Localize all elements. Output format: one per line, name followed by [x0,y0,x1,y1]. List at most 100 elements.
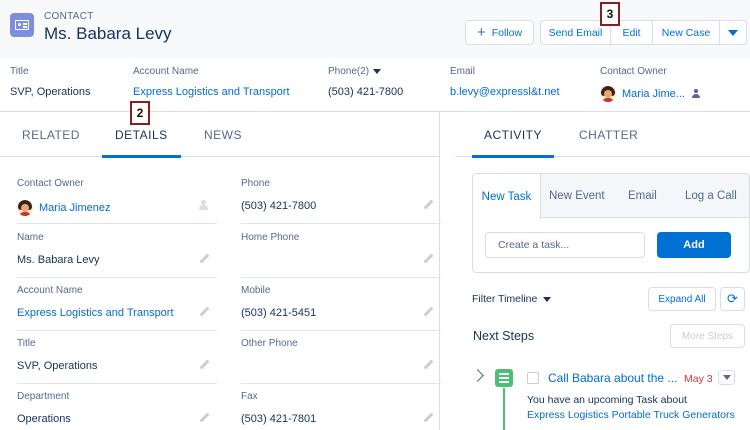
field-account-name: Account Name Express Logistics and Trans… [17,285,217,331]
task-description: You have an upcoming Task about [527,394,687,406]
follow-label: Follow [491,26,523,39]
new-case-button[interactable]: New Case [653,20,720,45]
follow-button[interactable]: + Follow [465,20,534,45]
tab-email[interactable]: Email [628,174,657,218]
pencil-icon[interactable] [423,200,433,210]
highlight-owner: Contact Owner Maria Jime... [600,66,701,102]
field-label: Home Phone [241,232,300,243]
highlight-email: Email b.levy@expressl&t.net [450,66,560,98]
more-actions-button[interactable] [720,20,747,45]
highlight-phone: Phone(2) (503) 421-7800 [328,66,403,98]
object-type-label: CONTACT [44,11,94,22]
step-callout-3: 3 [600,2,620,26]
field-mobile: Mobile (503) 421-5451 [241,285,441,331]
pencil-icon[interactable] [423,413,433,423]
field-label: Fax [241,391,258,402]
field-department: Department Operations [17,391,217,430]
avatar [600,86,616,102]
field-home-phone: Home Phone [241,232,441,278]
task-actions-dropdown[interactable] [718,370,735,385]
field-value: Maria Jimenez [17,200,111,216]
pencil-icon[interactable] [199,307,209,317]
field-value[interactable]: (503) 421-5451 [241,307,316,319]
email-label: Email [450,66,476,77]
task-checkbox[interactable] [527,372,539,384]
field-value: Operations [17,413,71,425]
field-contact-owner: Contact Owner Maria Jimenez [17,178,217,224]
contact-owner-link[interactable]: Maria Jimenez [39,202,111,214]
tab-news[interactable]: NEWS [204,112,242,157]
owner-link[interactable]: Maria Jime... [622,88,685,100]
email-link[interactable]: b.levy@expressl&t.net [450,86,560,98]
change-owner-icon[interactable] [691,89,701,99]
plus-icon: + [476,24,486,41]
field-value: Ms. Babara Levy [17,254,100,266]
refresh-icon: ⟳ [727,291,738,306]
filter-timeline-label: Filter Timeline [472,293,538,305]
phone-label: Phone(2) [328,66,370,77]
next-steps-heading: Next Steps [473,329,535,343]
highlight-title: Title SVP, Operations [10,66,91,98]
phone-dropdown[interactable]: Phone(2) [328,66,403,77]
field-value[interactable]: (503) 421-7800 [241,200,316,212]
task-title-link[interactable]: Call Babara about the ... [548,371,678,385]
field-label: Name [17,232,44,243]
right-tabset: ACTIVITY CHATTER [455,112,750,158]
chevron-down-icon [728,29,738,36]
field-title: Title SVP, Operations [17,338,217,384]
tab-details[interactable]: DETAILS [102,112,181,158]
field-label: Contact Owner [17,178,84,189]
pencil-icon[interactable] [423,254,433,264]
field-value: SVP, Operations [17,360,98,372]
refresh-button[interactable]: ⟳ [720,287,745,311]
task-icon [495,369,513,387]
pencil-icon[interactable] [199,413,209,423]
contact-card-icon [10,13,34,37]
title-value: SVP, Operations [10,86,91,98]
timeline-line [503,388,505,430]
record-title: Ms. Babara Levy [44,24,172,43]
left-tabset: RELATED DETAILS NEWS [0,112,440,158]
publisher-tabs: New Task New Event Email Log a Call [473,174,749,219]
change-owner-icon[interactable] [199,200,209,210]
chevron-right-icon[interactable] [471,369,484,382]
phone-value[interactable]: (503) 421-7800 [328,86,403,98]
task-due-date: May 3 [684,373,713,385]
account-label: Account Name [133,66,199,77]
tab-log-a-call[interactable]: Log a Call [685,174,737,218]
task-related-link[interactable]: Express Logistics Portable Truck Generat… [527,409,735,421]
chevron-down-icon [543,296,552,302]
pencil-icon[interactable] [199,254,209,264]
activity-publisher: New Task New Event Email Log a Call Crea… [472,173,750,273]
chevron-down-icon [722,375,731,380]
field-fax: Fax (503) 421-7801 [241,391,441,430]
account-link[interactable]: Express Logistics and Transport [133,86,290,98]
tab-chatter[interactable]: CHATTER [579,112,638,157]
pencil-icon[interactable] [423,307,433,317]
tab-new-event[interactable]: New Event [549,174,605,218]
expand-all-button[interactable]: Expand All [648,287,716,311]
field-label: Department [17,391,70,402]
title-label: Title [10,66,29,77]
add-button[interactable]: Add [657,232,731,258]
tab-related[interactable]: RELATED [22,112,80,157]
account-name-link[interactable]: Express Logistics and Transport [17,307,174,319]
pencil-icon[interactable] [423,360,433,370]
field-label: Phone [241,178,270,189]
highlights-panel: Title SVP, Operations Account Name Expre… [0,58,750,112]
pencil-icon[interactable] [199,360,209,370]
field-name: Name Ms. Babara Levy [17,232,217,278]
more-steps-button[interactable]: More Steps [670,324,745,348]
activity-panel: ACTIVITY CHATTER New Task New Event Emai… [455,112,750,430]
field-label: Account Name [17,285,83,296]
filter-timeline-dropdown[interactable]: Filter Timeline [472,293,552,305]
action-button-group: Send Email Edit New Case [540,20,747,45]
tab-new-task[interactable]: New Task [473,174,541,219]
tab-activity[interactable]: ACTIVITY [472,112,555,158]
create-task-input[interactable]: Create a task... [485,232,645,258]
field-label: Mobile [241,285,271,296]
field-label: Title [17,338,36,349]
record-detail-panel: RELATED DETAILS NEWS Contact Owner Maria… [0,112,441,430]
field-value: (503) 421-7801 [241,413,317,425]
highlight-account: Account Name Express Logistics and Trans… [133,66,290,98]
